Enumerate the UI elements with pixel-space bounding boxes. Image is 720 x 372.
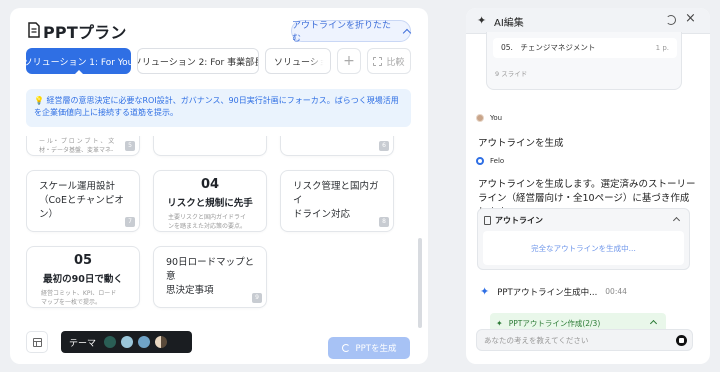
add-solution-button[interactable]: + [337, 48, 361, 74]
collapse-outline-button[interactable]: アウトラインを折りたたむ [291, 20, 412, 44]
slide-card[interactable]: 6 [280, 136, 394, 156]
ai-edit-panel: ✦ AI編集 × 05. チェンジマネジメント 1 p. 9 スライド You … [466, 8, 710, 364]
theme-swatch[interactable] [138, 336, 151, 348]
theme-swatch[interactable] [121, 336, 134, 348]
theme-swatch[interactable] [155, 336, 168, 348]
user-message: アウトラインを生成 [478, 138, 564, 149]
slide-card-grid: ー ル・ プ ロ ン ブ ト 、 文 材・データ基盤、変革マネ‐ 5 6 スケー… [26, 136, 411, 318]
slide-card-text: スケール運用設計 （CoEとチャンピオン） [39, 181, 124, 220]
chat-input-box [476, 329, 693, 351]
slide-count: 9 スライド [495, 70, 528, 78]
user-name: You [490, 114, 503, 122]
outline-item-pages: 1 p. [655, 44, 669, 52]
outline-item-title: 05. チェンジマネジメント [501, 43, 596, 52]
progress-step-label: PPTアウトライン作成(2/3) [508, 318, 601, 328]
collapse-outline-label: アウトラインを折りたたむ [292, 21, 392, 44]
section-card[interactable]: 04 リスクと規制に先手 主要リスクと国内ガイドライ ンを踏まえた対応策の要点。 [153, 170, 267, 232]
previous-outline-card: 05. チェンジマネジメント 1 p. 9 スライド [486, 32, 682, 90]
slide-number-badge: 9 [252, 293, 262, 303]
compare-button[interactable]: 比較 [367, 48, 411, 74]
chevron-up-icon [402, 28, 412, 37]
slide-number-badge: 6 [379, 141, 389, 151]
slide-card-text: 90日ロードマップと意 思決定事項 [166, 257, 255, 296]
chevron-up-icon[interactable] [672, 216, 681, 225]
theme-label: テーマ [69, 338, 97, 349]
slide-card-text: リスク管理と国内ガイ ドライン対応 [293, 181, 379, 220]
generate-ppt-button[interactable]: PPTを生成 [328, 337, 410, 359]
theme-swatch[interactable] [104, 336, 117, 348]
slide-card[interactable]: 90日ロードマップと意 思決定事項 9 [153, 246, 267, 308]
ai-edit-title: AI編集 [494, 18, 524, 29]
stop-button[interactable] [676, 335, 687, 346]
compare-icon [373, 56, 383, 66]
ai-name: Felo [490, 157, 505, 165]
sparkle-icon: ✦ [480, 285, 490, 298]
tab-solution-1[interactable]: ソリューション 1: For You [26, 48, 131, 74]
sparkle-icon: ✦ [477, 14, 487, 27]
tab-solution-3[interactable]: ソリューション [265, 48, 331, 74]
slide-card-text: ー ル・ プ ロ ン ブ ト 、 文 材・データ基盤、変革マネ‐ [39, 138, 115, 154]
slide-number-badge: 7 [125, 217, 135, 227]
section-number: 04 [200, 177, 220, 192]
scrollbar[interactable] [418, 238, 422, 328]
task-timer: 00:44 [605, 287, 627, 296]
chat-input[interactable] [484, 333, 664, 348]
section-title: リスクと規制に先手 [167, 198, 253, 209]
task-status: ✦ PPTアウトライン生成中... 00:44 [480, 285, 627, 298]
user-message-header: You [476, 114, 502, 122]
solution-notice: 💡 経営層の意思決定に必要なROI設計、ガバナンス、90日実行計画にフォーカス。… [26, 89, 411, 127]
close-icon[interactable]: × [685, 11, 696, 26]
slide-number-badge: 8 [379, 217, 389, 227]
slide-number-badge: 5 [125, 141, 135, 151]
theme-picker: テーマ [61, 331, 192, 353]
task-label: PPTアウトライン生成中... [497, 287, 598, 298]
generate-ppt-label: PPTを生成 [355, 344, 397, 354]
felo-logo-icon [476, 157, 484, 165]
slide-card[interactable]: ー ル・ プ ロ ン ブ ト 、 文 材・データ基盤、変革マネ‐ 5 [26, 136, 140, 156]
section-card[interactable]: 05 最初の90日で動く 経営コミット、KPI、ロード マップを一枚で提示。 [26, 246, 140, 308]
layout-button[interactable] [26, 331, 48, 353]
outline-card-title: アウトライン [495, 216, 543, 225]
document-icon [28, 22, 40, 38]
section-number: 05 [73, 253, 93, 268]
layout-icon [33, 338, 42, 347]
document-icon [484, 216, 491, 225]
section-description: 経営コミット、KPI、ロード マップを一枚で提示。 [41, 290, 117, 306]
history-icon[interactable] [666, 15, 676, 25]
loading-spinner-icon [341, 344, 350, 352]
sparkle-icon: ✦ [496, 318, 503, 328]
ppt-plan-panel: PPTプラン アウトラインを折りたたむ ソリューション 1: For You ソ… [10, 8, 428, 364]
page-title: PPTプラン [43, 23, 127, 42]
slide-card[interactable] [153, 136, 267, 156]
avatar [476, 114, 484, 122]
section-description: 主要リスクと国内ガイドライ ンを踏まえた対応策の要点。 [168, 214, 247, 230]
outline-card: アウトライン 完全なアウトラインを生成中... [477, 208, 690, 270]
compare-label: 比較 [386, 57, 405, 68]
tab-solution-2[interactable]: ソリューション 2: For 事業部長 [137, 48, 259, 74]
outline-item: 05. チェンジマネジメント 1 p. [493, 38, 677, 58]
ai-edit-header: ✦ AI編集 × [466, 8, 710, 34]
ai-message-header: Felo [476, 157, 504, 165]
outline-status: 完全なアウトラインを生成中... [483, 231, 684, 265]
chevron-up-icon [649, 319, 658, 328]
slide-card[interactable]: スケール運用設計 （CoEとチャンピオン） 7 [26, 170, 140, 232]
section-title: 最初の90日で動く [43, 274, 123, 285]
slide-card[interactable]: リスク管理と国内ガイ ドライン対応 8 [280, 170, 394, 232]
